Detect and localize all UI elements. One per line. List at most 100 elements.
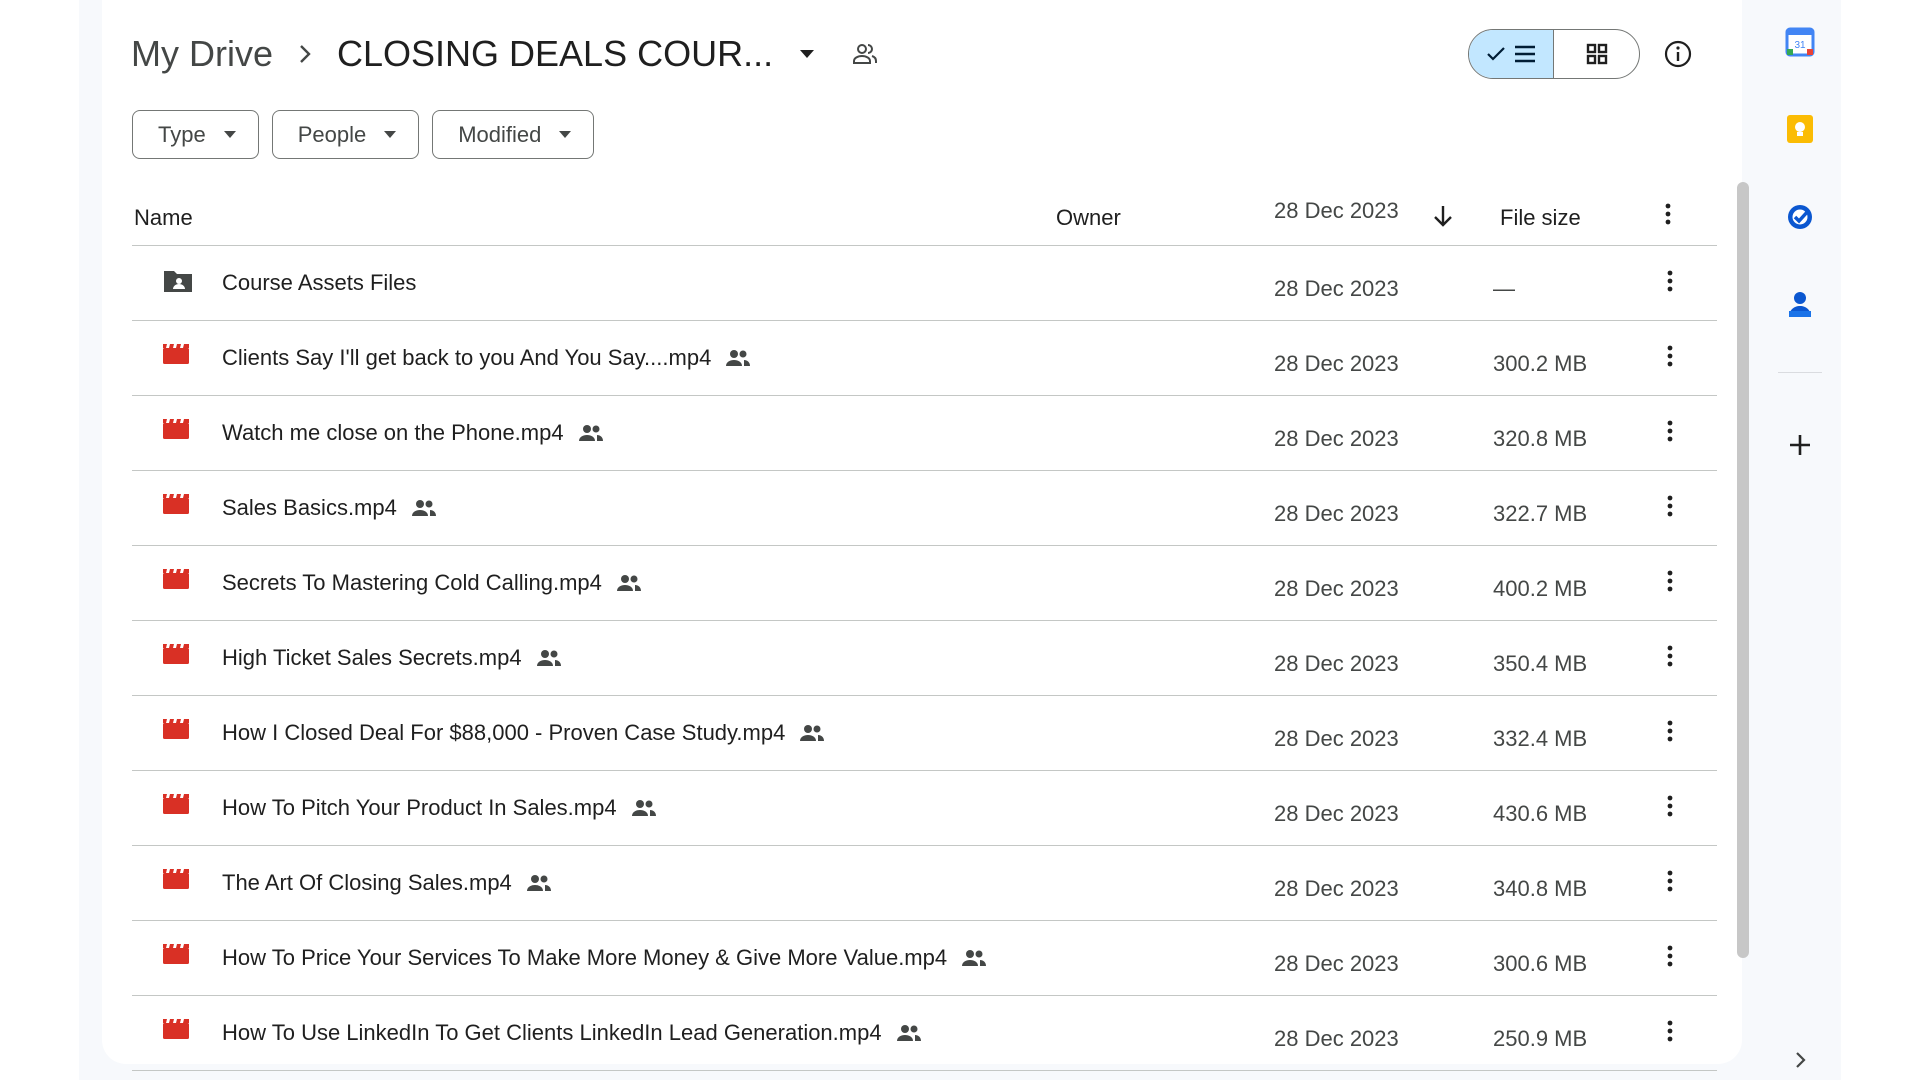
column-header-file-size[interactable]: File size bbox=[1500, 205, 1581, 231]
file-size: 350.4 MB bbox=[1493, 651, 1588, 676]
file-name-cell: The Art Of Closing Sales.mp4 bbox=[222, 870, 552, 896]
contacts-icon[interactable] bbox=[1780, 284, 1820, 324]
file-name-cell: How To Pitch Your Product In Sales.mp4 bbox=[222, 795, 657, 821]
filter-bar: Type People Modified bbox=[132, 110, 595, 159]
file-size: 400.2 MB bbox=[1493, 576, 1588, 601]
shared-people-icon bbox=[616, 574, 642, 592]
shared-people-icon bbox=[631, 799, 657, 817]
table-row[interactable]: Sales Basics.mp4 28 Dec 2023 322.7 MB bbox=[132, 471, 1717, 546]
shared-people-icon bbox=[526, 874, 552, 892]
more-vert-icon[interactable] bbox=[1667, 420, 1673, 448]
grid-view-button[interactable] bbox=[1554, 30, 1639, 78]
more-vert-icon[interactable] bbox=[1665, 203, 1671, 231]
more-vert-icon[interactable] bbox=[1667, 570, 1673, 598]
file-name-cell: Secrets To Mastering Cold Calling.mp4 bbox=[222, 570, 642, 596]
scrollbar[interactable] bbox=[1737, 182, 1749, 958]
column-header-owner[interactable]: Owner bbox=[1056, 205, 1121, 231]
file-size: — bbox=[1493, 276, 1515, 301]
video-file-icon bbox=[162, 718, 194, 746]
table-row[interactable]: Secrets To Mastering Cold Calling.mp4 28 … bbox=[132, 546, 1717, 621]
expand-chevron-right-icon[interactable] bbox=[1780, 1040, 1820, 1080]
file-name-cell: How To Use LinkedIn To Get Clients Linke… bbox=[222, 1020, 922, 1046]
breadcrumb: My Drive CLOSING DEALS COUR... bbox=[131, 26, 879, 82]
file-size: 332.4 MB bbox=[1493, 726, 1588, 751]
column-header-date[interactable]: 28 Dec 2023 bbox=[1274, 198, 1399, 224]
caret-down-icon bbox=[384, 131, 397, 138]
breadcrumb-current-folder[interactable]: CLOSING DEALS COUR... bbox=[337, 33, 773, 75]
table-row[interactable]: Course Assets Files 28 Dec 2023 — bbox=[132, 246, 1717, 321]
shared-people-icon bbox=[578, 424, 604, 442]
video-file-icon bbox=[162, 1018, 194, 1046]
info-icon[interactable] bbox=[1662, 38, 1694, 70]
table-row[interactable]: How To Price Your Services To Make More … bbox=[132, 921, 1717, 996]
file-name-cell: Watch me close on the Phone.mp4 bbox=[222, 420, 604, 446]
file-name: How To Pitch Your Product In Sales.mp4 bbox=[222, 795, 617, 820]
more-vert-icon[interactable] bbox=[1667, 270, 1673, 298]
file-name: Sales Basics.mp4 bbox=[222, 495, 397, 520]
file-name-cell: Course Assets Files bbox=[222, 270, 416, 296]
tasks-icon[interactable] bbox=[1780, 197, 1820, 237]
modified-date: 28 Dec 2023 bbox=[1274, 801, 1399, 826]
more-vert-icon[interactable] bbox=[1667, 795, 1673, 823]
shared-people-icon bbox=[961, 949, 987, 967]
file-name: Course Assets Files bbox=[222, 270, 417, 295]
file-size: 300.6 MB bbox=[1493, 951, 1588, 976]
table-row[interactable]: How To Pitch Your Product In Sales.mp4 28… bbox=[132, 771, 1717, 846]
more-vert-icon[interactable] bbox=[1667, 945, 1673, 973]
file-name: Clients Say I'll get back to you And You… bbox=[222, 345, 712, 370]
file-size: 300.2 MB bbox=[1493, 351, 1588, 376]
file-name: How I Closed Deal For $88,000 - Proven C… bbox=[222, 720, 786, 745]
file-name: How To Use LinkedIn To Get Clients Linke… bbox=[222, 1020, 882, 1045]
table-row[interactable]: How To Use LinkedIn To Get Clients Linke… bbox=[132, 996, 1717, 1071]
more-vert-icon[interactable] bbox=[1667, 1020, 1673, 1048]
table-row[interactable]: The Art Of Closing Sales.mp4 28 Dec 2023 3… bbox=[132, 846, 1717, 921]
modified-date: 28 Dec 2023 bbox=[1274, 351, 1399, 376]
people-filter-chip[interactable]: People bbox=[271, 110, 420, 159]
folder-menu-dropdown-icon[interactable] bbox=[799, 49, 815, 59]
people-filter-label: People bbox=[297, 121, 367, 147]
modified-date: 28 Dec 2023 bbox=[1274, 726, 1399, 751]
side-panel: 31 bbox=[1760, 0, 1840, 1080]
modified-date: 28 Dec 2023 bbox=[1274, 951, 1399, 976]
keep-icon[interactable] bbox=[1780, 109, 1820, 149]
more-vert-icon[interactable] bbox=[1667, 720, 1673, 748]
video-file-icon bbox=[162, 493, 194, 521]
file-list-table: Name Owner 28 Dec 2023 File size Course … bbox=[132, 186, 1717, 1071]
table-row[interactable]: How I Closed Deal For $88,000 - Proven C… bbox=[132, 696, 1717, 771]
type-filter-chip[interactable]: Type bbox=[132, 110, 259, 159]
more-vert-icon[interactable] bbox=[1667, 645, 1673, 673]
file-name: Watch me close on the Phone.mp4 bbox=[222, 420, 564, 445]
add-addon-plus-icon[interactable] bbox=[1780, 425, 1820, 465]
file-size: 320.8 MB bbox=[1493, 426, 1588, 451]
modified-date: 28 Dec 2023 bbox=[1274, 1026, 1399, 1051]
more-vert-icon[interactable] bbox=[1667, 870, 1673, 898]
file-name: How To Price Your Services To Make More … bbox=[222, 945, 948, 970]
modified-date: 28 Dec 2023 bbox=[1274, 876, 1399, 901]
more-vert-icon[interactable] bbox=[1667, 345, 1673, 373]
chevron-right-icon bbox=[273, 43, 337, 65]
modified-date: 28 Dec 2023 bbox=[1274, 426, 1399, 451]
list-view-button[interactable] bbox=[1469, 30, 1554, 78]
file-size: 250.9 MB bbox=[1493, 1026, 1588, 1051]
calendar-day-label: 31 bbox=[1794, 40, 1806, 51]
modified-filter-chip[interactable]: Modified bbox=[432, 110, 595, 159]
calendar-icon[interactable]: 31 bbox=[1780, 22, 1820, 62]
table-row[interactable]: Clients Say I'll get back to you And You… bbox=[132, 321, 1717, 396]
file-name: Secrets To Mastering Cold Calling.mp4 bbox=[222, 570, 602, 595]
shared-folder-icon[interactable] bbox=[851, 42, 879, 66]
table-row[interactable]: High Ticket Sales Secrets.mp4 28 Dec 2023… bbox=[132, 621, 1717, 696]
breadcrumb-my-drive[interactable]: My Drive bbox=[131, 33, 273, 75]
table-row[interactable]: Watch me close on the Phone.mp4 28 Dec 20… bbox=[132, 396, 1717, 471]
shared-people-icon bbox=[725, 349, 751, 367]
grid-icon bbox=[1586, 43, 1607, 65]
sort-arrow-down-icon[interactable] bbox=[1432, 204, 1454, 234]
more-vert-icon[interactable] bbox=[1667, 495, 1673, 523]
video-file-icon bbox=[162, 343, 194, 371]
check-icon bbox=[1487, 47, 1505, 61]
video-file-icon bbox=[162, 643, 194, 671]
file-name-cell: How To Price Your Services To Make More … bbox=[222, 945, 987, 971]
file-name-cell: How I Closed Deal For $88,000 - Proven C… bbox=[222, 720, 825, 746]
file-size: 340.8 MB bbox=[1493, 876, 1588, 901]
type-filter-label: Type bbox=[158, 121, 206, 147]
column-header-name[interactable]: Name bbox=[134, 205, 193, 231]
